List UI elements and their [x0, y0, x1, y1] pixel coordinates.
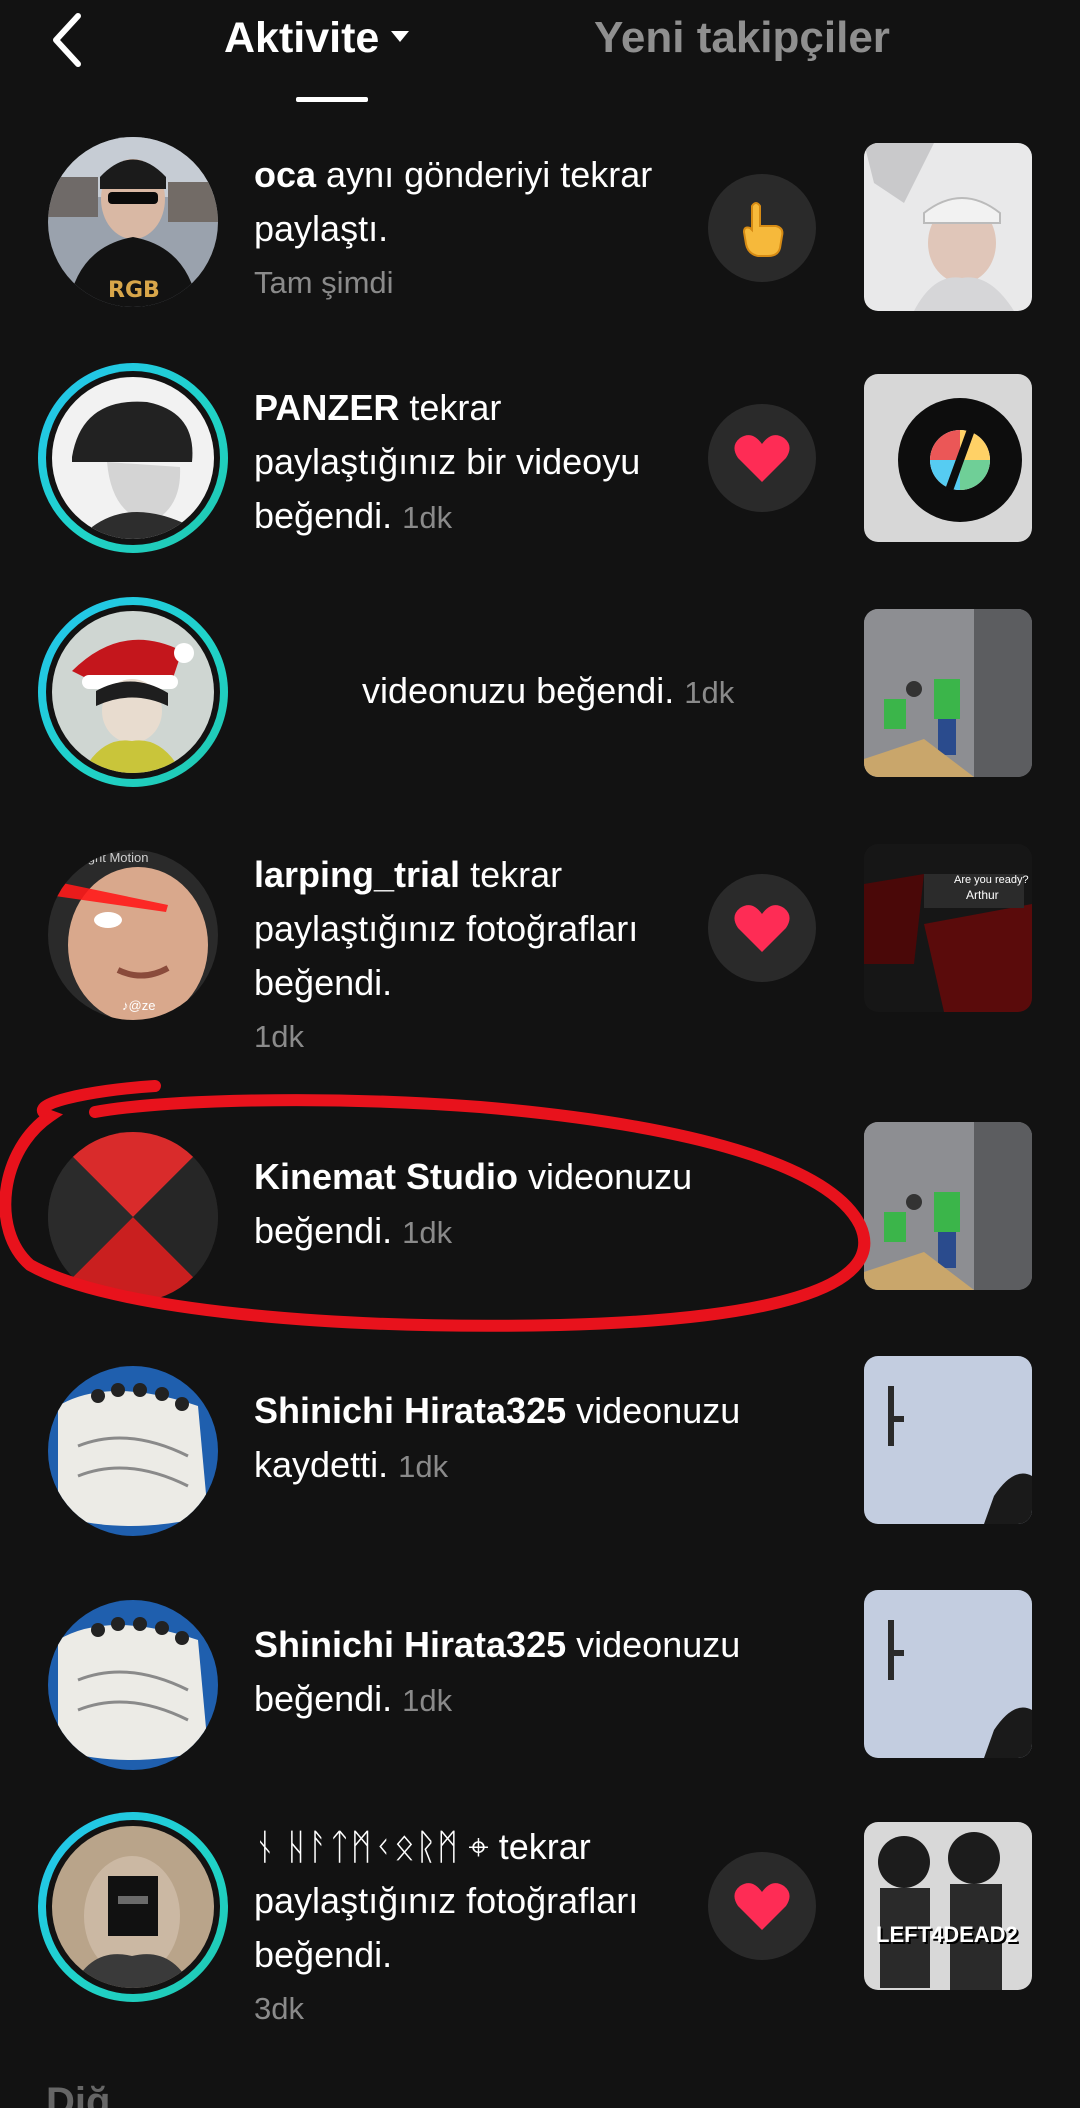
- tab-activity-label: Aktivite: [224, 14, 380, 62]
- username[interactable]: Kinemat Studio: [254, 1156, 518, 1197]
- watermark-text: light Motion: [82, 850, 149, 865]
- svg-text:RGB: RGB: [108, 278, 160, 303]
- thumbnail-image: [864, 1122, 1032, 1290]
- activity-action: videonuzu beğendi.: [362, 670, 675, 711]
- activity-time: 1dk: [684, 675, 735, 710]
- post-thumbnail[interactable]: [864, 374, 1032, 542]
- reaction-button[interactable]: [708, 874, 816, 982]
- tab-new-followers-label: Yeni takipçiler: [594, 13, 890, 62]
- thumbnail-image: [864, 1822, 1032, 1990]
- activity-item[interactable]: PANZER tekrar paylaştığınız bir videoyu …: [0, 363, 1080, 563]
- username[interactable]: Shinichi Hirata325: [254, 1624, 566, 1665]
- username[interactable]: ᚾ ᚺᚨᛏᛗᚲᛟᚱᛗ ⌖: [254, 1826, 489, 1867]
- caret-down-icon: [391, 31, 410, 43]
- activity-item[interactable]: videonuzu beğendi. 1dk: [0, 597, 1080, 797]
- activity-text: oca aynı gönderiyi tekrar paylaştı. Tam …: [254, 148, 694, 310]
- activity-item[interactable]: Shinichi Hirata325 videonuzu kaydetti. 1…: [0, 1356, 1080, 1556]
- avatar-image: [48, 850, 218, 1020]
- post-thumbnail[interactable]: [864, 1122, 1032, 1290]
- avatar-image: RGB: [48, 137, 218, 307]
- avatar[interactable]: [38, 1356, 228, 1546]
- post-thumbnail[interactable]: [864, 1356, 1032, 1524]
- activity-item[interactable]: Kinemat Studio videonuzu beğendi. 1dk: [0, 1122, 1080, 1322]
- activity-screen: Aktivite Yeni takipçiler RGB oca aynı gö…: [0, 0, 1080, 2108]
- avatar[interactable]: [38, 1812, 228, 2002]
- username[interactable]: oca: [254, 154, 316, 195]
- back-button[interactable]: [44, 10, 94, 70]
- avatar-image: [48, 1600, 218, 1770]
- activity-text: Shinichi Hirata325 videonuzu beğendi. 1d…: [254, 1618, 814, 1728]
- avatar-image: [52, 1826, 214, 1988]
- avatar[interactable]: [38, 597, 228, 787]
- avatar-image: [52, 611, 214, 773]
- thumbnail-image: [864, 844, 1032, 1012]
- activity-time: 1dk: [398, 1449, 449, 1484]
- thumbnail-caption: Arthur: [966, 888, 999, 902]
- post-thumbnail[interactable]: [864, 609, 1032, 777]
- activity-item[interactable]: RGB oca aynı gönderiyi tekrar paylaştı. …: [0, 127, 1080, 327]
- heart-icon: [734, 435, 790, 482]
- thumbnail-image: [864, 1590, 1032, 1758]
- activity-time: 1dk: [402, 1683, 453, 1718]
- username[interactable]: Shinichi Hirata325: [254, 1390, 566, 1431]
- tiktok-handle-text: ♪@ze: [122, 998, 156, 1013]
- heart-icon: [734, 905, 790, 952]
- reaction-button[interactable]: [708, 174, 816, 282]
- activity-item[interactable]: light Motion ♪@ze larping_trial tekrar p…: [0, 840, 1080, 1054]
- username[interactable]: PANZER: [254, 387, 399, 428]
- post-thumbnail[interactable]: LEFT4DEAD2: [864, 1822, 1032, 1990]
- story-ring: [38, 363, 228, 553]
- avatar-image: [48, 1366, 218, 1536]
- activity-time: 1dk: [402, 500, 453, 535]
- chevron-left-icon: [53, 13, 81, 67]
- activity-text: ᚾ ᚺᚨᛏᛗᚲᛟᚱᛗ ⌖ tekrar paylaştığınız fotoğr…: [254, 1820, 714, 2036]
- section-header-partial: Diğ: [46, 2080, 111, 2108]
- activity-text: videonuzu beğendi. 1dk: [362, 664, 782, 720]
- pointing-hand-icon: [742, 202, 784, 257]
- story-ring: [38, 1812, 228, 2002]
- heart-icon: [734, 1883, 790, 1930]
- activity-item[interactable]: Shinichi Hirata325 videonuzu beğendi. 1d…: [0, 1590, 1080, 1790]
- activity-time: 3dk: [254, 1991, 304, 2026]
- thumbnail-caption: LEFT4DEAD2: [876, 1922, 1018, 1947]
- post-thumbnail[interactable]: [864, 1590, 1032, 1758]
- username[interactable]: larping_trial: [254, 854, 460, 895]
- avatar[interactable]: [38, 363, 228, 553]
- tab-activity[interactable]: Aktivite: [224, 12, 410, 64]
- reaction-button[interactable]: [708, 404, 816, 512]
- thumbnail-image: [864, 1356, 1032, 1524]
- active-tab-indicator: [296, 97, 368, 102]
- avatar[interactable]: light Motion ♪@ze: [38, 840, 228, 1030]
- activity-item[interactable]: ᚾ ᚺᚨᛏᛗᚲᛟᚱᛗ ⌖ tekrar paylaştığınız fotoğr…: [0, 1812, 1080, 2026]
- activity-time: 1dk: [402, 1215, 453, 1250]
- post-thumbnail[interactable]: Are you ready? Arthur: [864, 844, 1032, 1012]
- reaction-button[interactable]: [708, 1852, 816, 1960]
- avatar[interactable]: [38, 1590, 228, 1780]
- avatar-image: [48, 1132, 218, 1302]
- activity-text: larping_trial tekrar paylaştığınız fotoğ…: [254, 848, 694, 1064]
- top-bar: Aktivite Yeni takipçiler: [0, 0, 1080, 110]
- story-ring: [38, 597, 228, 787]
- thumbnail-image: [864, 374, 1032, 542]
- post-thumbnail[interactable]: [864, 143, 1032, 311]
- thumbnail-image: [864, 143, 1032, 311]
- thumbnail-image: [864, 609, 1032, 777]
- activity-time: Tam şimdi: [254, 265, 394, 300]
- thumbnail-caption: Are you ready?: [954, 874, 1029, 886]
- tab-new-followers[interactable]: Yeni takipçiler: [594, 12, 890, 64]
- activity-time: 1dk: [254, 1019, 304, 1054]
- avatar[interactable]: RGB: [38, 127, 228, 317]
- activity-text: Shinichi Hirata325 videonuzu kaydetti. 1…: [254, 1384, 814, 1494]
- activity-text: Kinemat Studio videonuzu beğendi. 1dk: [254, 1150, 774, 1260]
- activity-text: PANZER tekrar paylaştığınız bir videoyu …: [254, 381, 694, 545]
- avatar-image: [52, 377, 214, 539]
- avatar[interactable]: [38, 1122, 228, 1312]
